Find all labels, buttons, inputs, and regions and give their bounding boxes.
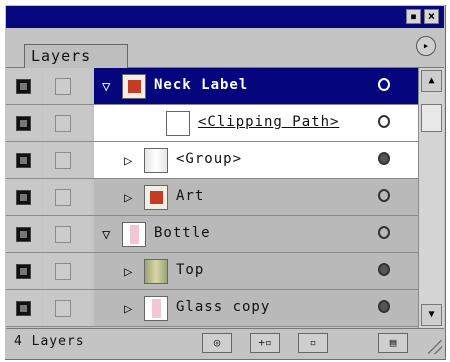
visibility-toggle-icon[interactable] [16, 190, 31, 205]
layer-row-background [94, 179, 418, 216]
layer-thumbnail [144, 148, 168, 173]
make-clipping-mask-button[interactable]: ◎ [202, 333, 232, 353]
layer-row[interactable]: ▷ Art [6, 179, 418, 216]
lock-toggle[interactable] [55, 263, 71, 280]
target-circle-icon[interactable] [378, 189, 390, 202]
tab-layers[interactable]: Layers [24, 44, 128, 68]
layer-row-background [94, 253, 418, 290]
target-circle-icon[interactable] [378, 300, 390, 313]
thumbnail-art [150, 191, 163, 204]
thumbnail-art [128, 80, 141, 93]
lock-toggle[interactable] [55, 189, 71, 206]
expand-triangle-icon[interactable]: ▷ [124, 301, 132, 317]
layer-thumbnail [166, 111, 190, 136]
create-sublayer-icon: +▫ [258, 336, 272, 349]
layer-row[interactable]: ▽ Bottle [6, 216, 418, 253]
target-circle-icon[interactable] [378, 152, 390, 165]
layer-name[interactable]: Art [176, 188, 204, 204]
thumbnail-art [130, 225, 139, 244]
lock-toggle[interactable] [55, 300, 71, 317]
resize-grip-icon[interactable] [428, 340, 442, 354]
target-circle-icon[interactable] [378, 263, 390, 276]
trash-button[interactable]: ▤ [378, 333, 408, 353]
expand-triangle-icon[interactable]: ▷ [124, 190, 132, 206]
expand-triangle-icon[interactable]: ▷ [124, 264, 132, 280]
visibility-toggle-icon[interactable] [16, 153, 31, 168]
minimize-button[interactable]: ▪ [406, 9, 421, 24]
layer-row-background [94, 142, 418, 179]
tab-layers-label: Layers [31, 47, 92, 65]
layer-row[interactable]: ▷ Top [6, 253, 418, 290]
visibility-toggle-icon[interactable] [16, 301, 31, 316]
layer-name[interactable]: Top [176, 262, 204, 278]
new-layer-icon: ▫ [309, 336, 317, 349]
layer-row[interactable]: <Clipping Path> [6, 105, 418, 142]
layer-name[interactable]: Glass copy [176, 299, 270, 315]
layer-list: ▽ Neck Label <Clipping Path> ▷ <Group> ▷ Art ▽ B… [6, 68, 418, 328]
visibility-toggle-icon[interactable] [16, 227, 31, 242]
collapse-triangle-icon[interactable]: ▽ [102, 79, 110, 95]
scroll-down-arrow-icon[interactable]: ▼ [421, 304, 442, 326]
layer-row[interactable]: ▷ <Group> [6, 142, 418, 179]
visibility-toggle-icon[interactable] [16, 116, 31, 131]
target-circle-icon[interactable] [378, 115, 390, 128]
tab-row: Layers ▸ [6, 28, 444, 68]
lock-toggle[interactable] [55, 78, 71, 95]
visibility-toggle-icon[interactable] [16, 79, 31, 94]
collapse-triangle-icon[interactable]: ▽ [102, 227, 110, 243]
row-divider [6, 326, 418, 327]
panel-title-bar[interactable]: ▪ × [6, 6, 444, 28]
layer-row[interactable]: ▷ Glass copy [6, 290, 418, 327]
thumbnail-art [152, 299, 161, 318]
trash-icon: ▤ [389, 336, 397, 349]
layer-count: 4 Layers [14, 334, 85, 349]
vertical-scrollbar[interactable]: ▲ ▼ [418, 68, 444, 328]
layer-row[interactable]: ▽ Neck Label [6, 68, 418, 105]
target-circle-icon[interactable] [378, 78, 390, 91]
scroll-up-arrow-icon[interactable]: ▲ [421, 70, 442, 92]
scroll-thumb[interactable] [421, 104, 442, 132]
layer-thumbnail [122, 74, 146, 99]
layer-name[interactable]: <Group> [176, 151, 242, 167]
lock-toggle[interactable] [55, 115, 71, 132]
create-sublayer-button[interactable]: +▫ [250, 333, 280, 353]
layer-name[interactable]: Neck Label [154, 77, 248, 93]
lock-toggle[interactable] [55, 226, 71, 243]
lock-toggle[interactable] [55, 152, 71, 169]
layer-thumbnail [144, 259, 168, 284]
target-circle-icon[interactable] [378, 226, 390, 239]
panel-footer: 4 Layers ◎ +▫ ▫ ▤ [6, 328, 444, 356]
layer-name[interactable]: Bottle [154, 225, 211, 241]
close-button[interactable]: × [424, 9, 439, 24]
layer-thumbnail [122, 222, 146, 247]
layer-name[interactable]: <Clipping Path> [198, 114, 339, 130]
panel-menu-button[interactable]: ▸ [416, 36, 436, 56]
new-layer-button[interactable]: ▫ [298, 333, 328, 353]
expand-triangle-icon[interactable]: ▷ [124, 153, 132, 169]
layer-thumbnail [144, 296, 168, 321]
make-clipping-mask-icon: ◎ [213, 336, 221, 349]
layer-thumbnail [144, 185, 168, 210]
visibility-toggle-icon[interactable] [16, 264, 31, 279]
